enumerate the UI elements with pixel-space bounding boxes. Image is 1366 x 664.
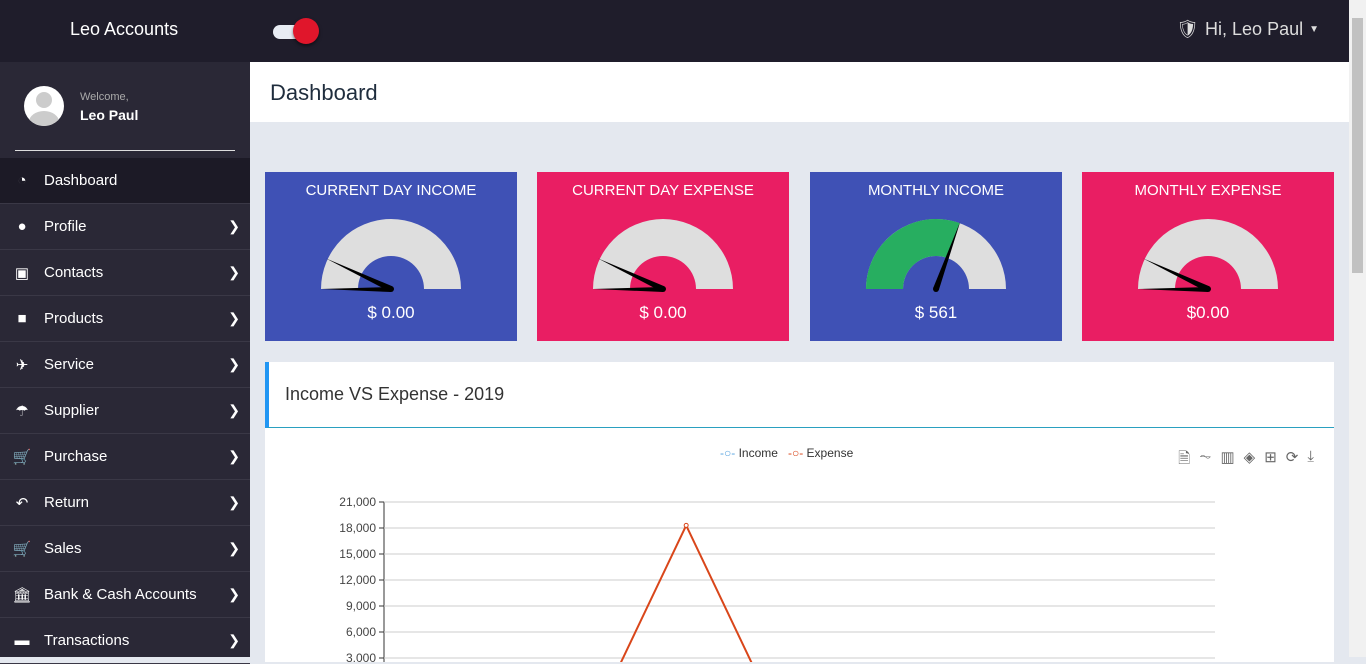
sidebar-menu: ◔ Dashboard ● Profile ❯ ▣ Contacts ❯ ■ Products ❯ ✈… xyxy=(0,158,250,664)
sidebar-item-transactions[interactable]: ▬ Transactions ❯ xyxy=(0,618,250,664)
sidebar-item-supplier[interactable]: ☂ Supplier ❯ xyxy=(0,388,250,434)
chevron-right-icon: ❯ xyxy=(228,494,240,510)
sidebar-item-label: Supplier xyxy=(44,402,100,419)
stat-card-value: $ 0.00 xyxy=(367,303,415,322)
sidebar-item-label: Bank & Cash Accounts xyxy=(44,586,197,603)
chevron-right-icon: ❯ xyxy=(228,218,240,234)
chevron-right-icon: ❯ xyxy=(228,540,240,556)
y-tick-label: 18,000 xyxy=(339,521,376,535)
reply-icon: ↶ xyxy=(15,494,29,512)
series-line-expense xyxy=(620,523,753,662)
sidebar-item-label: Products xyxy=(44,310,104,327)
credit-card-icon: ▬ xyxy=(14,632,30,649)
divider xyxy=(15,150,235,151)
brand-logo[interactable]: Leo Accounts xyxy=(70,19,178,40)
chevron-right-icon: ❯ xyxy=(228,310,240,326)
sidebar-item-bank-cash-accounts[interactable]: 🏛 Bank & Cash Accounts ❯ xyxy=(0,572,250,618)
gauge xyxy=(321,219,461,292)
bank-icon: 🏛 xyxy=(12,586,32,604)
stat-card-value: $ 0.00 xyxy=(639,303,687,322)
avatar xyxy=(24,86,64,126)
chart-panel: Income VS Expense - 2019 -○- Income -○- … xyxy=(265,362,1334,662)
top-bar: Leo Accounts 🛡 Hi, Leo Paul ▼ xyxy=(0,0,1349,62)
sidebar-item-products[interactable]: ■ Products ❯ xyxy=(0,296,250,342)
gauge xyxy=(593,219,733,292)
sidebar-item-label: Service xyxy=(44,356,95,373)
gauge xyxy=(866,219,1006,292)
stat-card: MONTHLY INCOME $ 561 xyxy=(810,172,1062,341)
sidebar-item-label: Dashboard xyxy=(44,172,118,189)
sidebar-item-dashboard[interactable]: ◔ Dashboard xyxy=(0,158,250,204)
user-name: Leo Paul xyxy=(80,107,139,123)
plane-icon: ✈ xyxy=(15,356,29,374)
sidebar-item-label: Sales xyxy=(44,540,82,557)
sidebar-item-return[interactable]: ↶ Return ❯ xyxy=(0,480,250,526)
income-expense-chart: 3,0006,0009,00012,00015,00018,00021,000 xyxy=(339,495,1215,662)
y-tick-label: 6,000 xyxy=(346,625,376,639)
sidebar-item-label: Transactions xyxy=(44,632,130,649)
welcome-label: Welcome, xyxy=(80,91,129,103)
address-book-icon: ▣ xyxy=(14,264,30,282)
scrollbar[interactable] xyxy=(1349,0,1366,657)
stat-card-title: CURRENT DAY INCOME xyxy=(305,182,477,199)
stat-card: CURRENT DAY EXPENSE $ 0.00 xyxy=(537,172,789,341)
data-point-expense xyxy=(683,522,689,528)
shield-check-icon: 🛡 xyxy=(1176,19,1200,39)
sidebar-toggle-switch[interactable] xyxy=(273,18,319,44)
stat-card: MONTHLY EXPENSE $0.00 xyxy=(1082,172,1334,341)
user-greeting: Hi, Leo Paul xyxy=(1205,19,1304,39)
chevron-right-icon: ❯ xyxy=(228,356,240,372)
chevron-right-icon: ❯ xyxy=(228,632,240,648)
y-tick-label: 21,000 xyxy=(339,495,376,509)
parachute-icon: ☂ xyxy=(15,402,29,420)
chevron-right-icon: ❯ xyxy=(228,264,240,280)
stat-card-title: CURRENT DAY EXPENSE xyxy=(572,182,754,199)
y-tick-label: 9,000 xyxy=(346,599,376,613)
sidebar-item-contacts[interactable]: ▣ Contacts ❯ xyxy=(0,250,250,296)
sidebar-item-service[interactable]: ✈ Service ❯ xyxy=(0,342,250,388)
sidebar-item-profile[interactable]: ● Profile ❯ xyxy=(0,204,250,250)
sidebar-item-label: Purchase xyxy=(44,448,108,465)
shopping-bag-icon: ■ xyxy=(17,310,27,327)
sidebar-item-label: Contacts xyxy=(44,264,104,281)
sidebar-item-sales[interactable]: 🛒 Sales ❯ xyxy=(0,526,250,572)
stat-card: CURRENT DAY INCOME $ 0.00 xyxy=(265,172,517,341)
sidebar-item-label: Return xyxy=(44,494,90,511)
sidebar: Welcome, Leo Paul ◔ Dashboard ● Profile ❯ ▣ Co… xyxy=(0,62,250,664)
stat-card-value: $0.00 xyxy=(1186,303,1230,322)
sidebar-item-label: Profile xyxy=(44,218,87,235)
page-title: Dashboard xyxy=(270,80,378,105)
caret-down-icon: ▼ xyxy=(1309,24,1319,35)
cart-plus-icon: 🛒 xyxy=(12,540,32,558)
chevron-right-icon: ❯ xyxy=(228,402,240,418)
chevron-right-icon: ❯ xyxy=(228,586,240,602)
stat-card-title: MONTHLY EXPENSE xyxy=(1134,182,1282,199)
cart-icon: 🛒 xyxy=(12,448,32,466)
tachometer-icon: ◔ xyxy=(17,172,27,189)
y-tick-label: 15,000 xyxy=(339,547,376,561)
page-header: Dashboard xyxy=(250,62,1349,122)
user-menu[interactable]: 🛡 Hi, Leo Paul ▼ xyxy=(1176,19,1319,40)
chevron-right-icon: ❯ xyxy=(228,448,240,464)
sidebar-item-purchase[interactable]: 🛒 Purchase ❯ xyxy=(0,434,250,480)
scrollbar-thumb[interactable] xyxy=(1352,18,1363,273)
y-tick-label: 12,000 xyxy=(339,573,376,587)
stat-card-value: $ 561 xyxy=(914,303,958,322)
gauge xyxy=(1138,219,1278,292)
stat-card-title: MONTHLY INCOME xyxy=(867,182,1005,199)
user-icon: ● xyxy=(17,218,27,235)
